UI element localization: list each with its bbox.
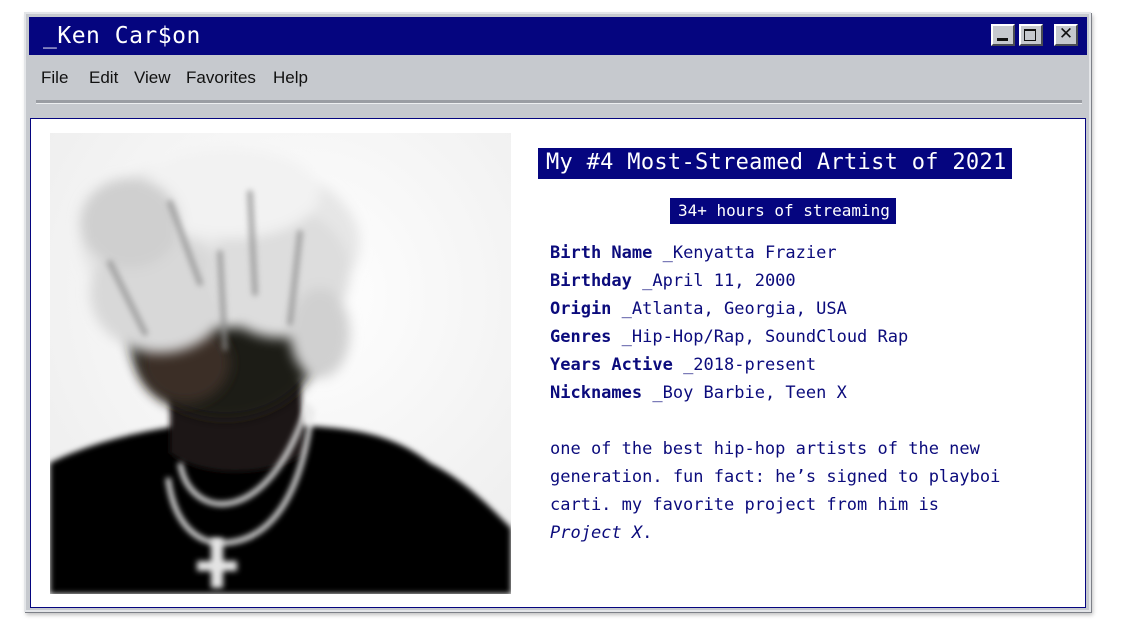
artist-photo (50, 133, 511, 594)
blurb-period: . (642, 523, 653, 543)
fact-genres: Genres _Hip-Hop/Rap, SoundCloud Rap (550, 323, 908, 351)
fact-origin: Origin _Atlanta, Georgia, USA (550, 295, 908, 323)
maximize-button[interactable] (1019, 24, 1043, 46)
fact-label: Nicknames (550, 383, 643, 403)
menu-separator (36, 100, 1082, 104)
content-pane: My #4 Most-Streamed Artist of 2021 34+ h… (30, 118, 1086, 608)
streaming-badge: 34+ hours of streaming (670, 198, 896, 224)
close-icon: ✕ (1058, 24, 1074, 44)
favorite-project: Project X (550, 523, 643, 543)
artist-blurb: one of the best hip-hop artists of the n… (550, 435, 1070, 547)
menu-bar: File Edit View Favorites Help (29, 64, 1079, 94)
app-window: _Ken Car$on ✕ File Edit View Favorites H… (24, 12, 1091, 612)
artist-facts: Birth Name _Kenyatta Frazier Birthday _A… (550, 239, 908, 407)
blurb-line: Project X. (550, 519, 1070, 547)
fact-nicknames: Nicknames _Boy Barbie, Teen X (550, 379, 908, 407)
fact-value: _Boy Barbie, Teen X (642, 383, 847, 403)
fact-label: Birthday (550, 271, 632, 291)
fact-value: _Kenyatta Frazier (652, 243, 837, 263)
fact-years-active: Years Active _2018-present (550, 351, 908, 379)
maximize-icon (1024, 29, 1036, 41)
close-button[interactable]: ✕ (1054, 24, 1078, 46)
blurb-line: generation. fun fact: he’s signed to pla… (550, 467, 1001, 487)
section-heading: My #4 Most-Streamed Artist of 2021 (538, 148, 1012, 179)
menu-edit[interactable]: Edit (89, 68, 118, 88)
menu-favorites[interactable]: Favorites (186, 68, 256, 88)
title-bar[interactable]: _Ken Car$on ✕ (29, 17, 1087, 55)
fact-label: Birth Name (550, 243, 653, 263)
fact-value: _2018-present (672, 355, 817, 375)
fact-value: _April 11, 2000 (631, 271, 796, 291)
blurb-line: carti. my favorite project from him is (550, 495, 939, 515)
fact-birthday: Birthday _April 11, 2000 (550, 267, 908, 295)
minimize-button[interactable] (991, 24, 1015, 46)
fact-birth-name: Birth Name _Kenyatta Frazier (550, 239, 908, 267)
fact-value: _Hip-Hop/Rap, SoundCloud Rap (611, 327, 909, 347)
fact-value: _Atlanta, Georgia, USA (611, 299, 847, 319)
menu-view[interactable]: View (134, 68, 171, 88)
menu-help[interactable]: Help (273, 68, 308, 88)
minimize-icon (997, 38, 1008, 41)
fact-label: Years Active (550, 355, 673, 375)
menu-file[interactable]: File (41, 68, 68, 88)
fact-label: Origin (550, 299, 612, 319)
window-title: _Ken Car$on (43, 23, 201, 49)
blurb-line: one of the best hip-hop artists of the n… (550, 439, 980, 459)
fact-label: Genres (550, 327, 612, 347)
